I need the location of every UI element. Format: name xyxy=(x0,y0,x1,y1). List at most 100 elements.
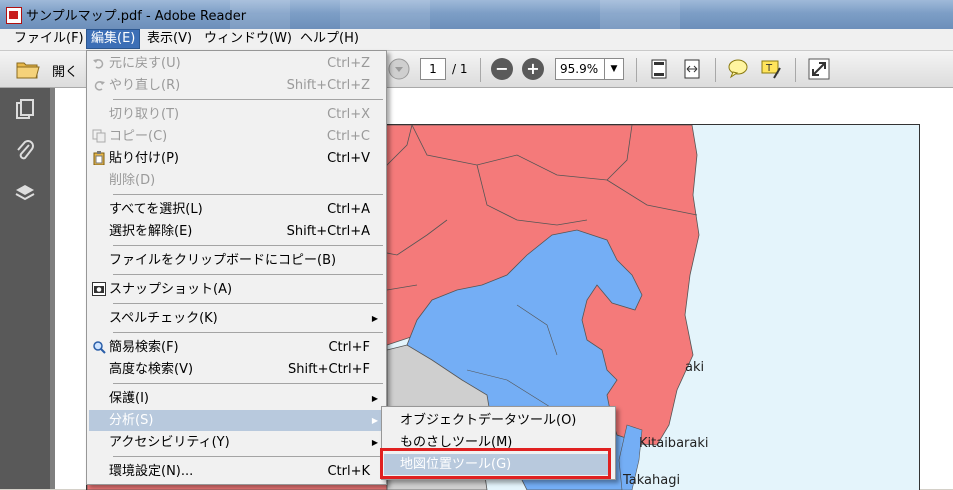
menu-help[interactable]: ヘルプ(H) xyxy=(296,30,363,48)
menu-item-copy[interactable]: コピー(C) Ctrl+C xyxy=(89,126,384,147)
menu-item-label: やり直し(R) xyxy=(109,78,181,93)
menu-item-shortcut: Ctrl+X xyxy=(327,107,370,122)
menu-separator xyxy=(113,99,383,100)
menu-item-object-data-tool[interactable]: オブジェクトデータツール(O) xyxy=(384,410,613,431)
menu-item-shortcut: Ctrl+C xyxy=(326,129,370,144)
map-label-aki: aki xyxy=(685,360,705,375)
menu-file[interactable]: ファイル(F) xyxy=(10,30,88,48)
menu-item-shortcut: Ctrl+V xyxy=(327,151,370,166)
comment-icon[interactable] xyxy=(727,58,749,80)
menu-item-deselect[interactable]: 選択を解除(E) Shift+Ctrl+A xyxy=(89,221,384,242)
menu-separator xyxy=(113,383,383,384)
navigation-sidebar xyxy=(0,88,50,489)
menu-item-label: 削除(D) xyxy=(109,173,156,188)
menu-item-label: 簡易検索(F) xyxy=(109,340,179,355)
open-folder-icon[interactable] xyxy=(16,58,40,80)
menu-item-label: オブジェクトデータツール(O) xyxy=(400,413,577,428)
menu-item-analysis[interactable]: 分析(S) ▶ xyxy=(89,410,384,431)
attachments-icon[interactable] xyxy=(14,140,36,162)
submenu-arrow-icon: ▶ xyxy=(371,394,378,403)
menu-item-redo[interactable]: やり直し(R) Shift+Ctrl+Z xyxy=(89,75,384,96)
menu-item-label: 分析(S) xyxy=(109,413,154,428)
adobe-reader-icon xyxy=(6,7,22,24)
fit-width-icon[interactable] xyxy=(681,58,703,80)
menu-item-preferences[interactable]: 環境設定(N)... Ctrl+K xyxy=(89,461,384,482)
menu-window[interactable]: ウィンドウ(W) xyxy=(200,30,296,48)
menu-separator xyxy=(113,274,383,275)
title-bar-glass xyxy=(600,0,680,29)
full-screen-icon[interactable] xyxy=(808,58,830,80)
open-label[interactable]: 開く xyxy=(52,61,78,80)
submenu-arrow-icon: ▶ xyxy=(371,438,378,447)
menu-item-shortcut: Ctrl+K xyxy=(327,464,370,479)
menu-item-shortcut: Shift+Ctrl+F xyxy=(288,362,370,377)
zoom-in-icon[interactable]: + xyxy=(522,58,544,80)
menu-item-delete[interactable]: 削除(D) xyxy=(89,170,384,191)
map-label-kitaibaraki: Kitaibaraki xyxy=(639,436,709,451)
menu-item-shortcut: Ctrl+A xyxy=(327,202,370,217)
menu-item-undo[interactable]: 元に戻す(U) Ctrl+Z xyxy=(89,53,384,74)
menu-item-label: 元に戻す(U) xyxy=(109,56,181,71)
menu-item-shortcut: Shift+Ctrl+Z xyxy=(286,78,370,93)
menu-item-label: 切り取り(T) xyxy=(109,107,180,122)
menu-view[interactable]: 表示(V) xyxy=(143,30,196,48)
menu-item-label: 貼り付け(P) xyxy=(109,151,179,166)
menu-item-protection[interactable]: 保護(I) ▶ xyxy=(89,388,384,409)
menu-item-label: アクセシビリティ(Y) xyxy=(109,435,230,450)
menu-item-label: 環境設定(N)... xyxy=(109,464,194,479)
page-total-label: / 1 xyxy=(452,62,468,76)
search-icon xyxy=(93,341,106,354)
menu-item-cut[interactable]: 切り取り(T) Ctrl+X xyxy=(89,104,384,125)
toolbar-separator xyxy=(715,58,716,82)
menu-item-snapshot[interactable]: スナップショット(A) xyxy=(89,279,384,300)
menu-item-advanced-search[interactable]: 高度な検索(V) Shift+Ctrl+F xyxy=(89,359,384,380)
zoom-value-input[interactable]: 95.9% xyxy=(555,58,605,80)
svg-text:T: T xyxy=(765,63,773,74)
pages-icon[interactable] xyxy=(14,98,36,120)
menu-item-label: コピー(C) xyxy=(109,129,168,144)
menu-item-label: ファイルをクリップボードにコピー(B) xyxy=(109,253,337,268)
menu-item-copy-to-clipboard[interactable]: ファイルをクリップボードにコピー(B) xyxy=(89,250,384,271)
menu-item-label: 保護(I) xyxy=(109,391,149,406)
menu-item-shortcut: Ctrl+Z xyxy=(327,56,370,71)
fit-page-icon[interactable] xyxy=(648,58,670,80)
menu-item-accessibility[interactable]: アクセシビリティ(Y) ▶ xyxy=(89,432,384,453)
menu-item-label: 高度な検索(V) xyxy=(109,362,194,377)
paste-icon xyxy=(93,151,105,165)
menu-item-label: スナップショット(A) xyxy=(109,282,233,297)
menu-item-shortcut: Shift+Ctrl+A xyxy=(286,224,370,239)
menu-item-select-all[interactable]: すべてを選択(L) Ctrl+A xyxy=(89,199,384,220)
menu-separator xyxy=(113,303,383,304)
window-title: サンプルマップ.pdf - Adobe Reader xyxy=(26,9,247,24)
copy-icon xyxy=(92,129,106,143)
title-bar-glass xyxy=(340,0,430,29)
menu-item-shortcut: Ctrl+F xyxy=(328,340,370,355)
menu-separator xyxy=(113,194,383,195)
menu-item-label: すべてを選択(L) xyxy=(109,202,203,217)
map-label-takahagi: Takahagi xyxy=(623,473,681,488)
undo-icon xyxy=(93,59,104,69)
toolbar-separator xyxy=(480,58,481,82)
menu-separator xyxy=(113,456,383,457)
edit-menu: 元に戻す(U) Ctrl+Z やり直し(R) Shift+Ctrl+Z 切り取り… xyxy=(86,50,387,485)
submenu-arrow-icon: ▶ xyxy=(371,416,378,425)
highlight-text-icon[interactable]: T xyxy=(760,58,782,80)
menu-item-label: スペルチェック(K) xyxy=(109,311,218,326)
menu-item-quick-search[interactable]: 簡易検索(F) Ctrl+F xyxy=(89,337,384,358)
zoom-dropdown-icon[interactable]: ▼ xyxy=(604,58,624,80)
menu-bar: ファイル(F) 編集(E) 表示(V) ウィンドウ(W) ヘルプ(H) xyxy=(0,29,953,51)
submenu-arrow-icon: ▶ xyxy=(371,314,378,323)
menu-item-spellcheck[interactable]: スペルチェック(K) ▶ xyxy=(89,308,384,329)
layers-icon[interactable] xyxy=(14,182,36,204)
menu-separator xyxy=(113,332,383,333)
menu-edit[interactable]: 編集(E) xyxy=(86,29,141,49)
menu-item-paste[interactable]: 貼り付け(P) Ctrl+V xyxy=(89,148,384,169)
menu-item-label: 選択を解除(E) xyxy=(109,224,193,239)
page-number-input[interactable]: 1 xyxy=(420,58,446,80)
menu-separator xyxy=(113,245,383,246)
highlight-callout-box xyxy=(380,448,611,479)
camera-icon xyxy=(92,282,106,296)
next-page-icon[interactable] xyxy=(388,58,410,80)
redo-icon xyxy=(94,81,105,91)
zoom-out-icon[interactable]: − xyxy=(491,58,513,80)
